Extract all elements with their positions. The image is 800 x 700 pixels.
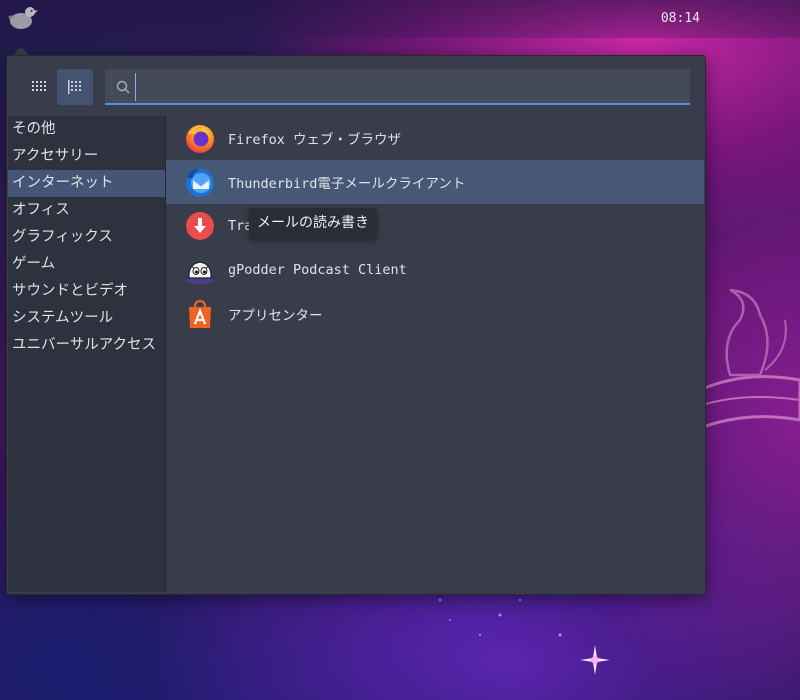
application-menu: その他 アクセサリー インターネット オフィス グラフィックス ゲーム サウンド… (6, 55, 706, 595)
search-icon (116, 80, 130, 94)
app-item-firefox[interactable]: Firefox ウェブ・ブラウザ (166, 116, 704, 160)
app-item-app-center[interactable]: アプリセンター (166, 292, 704, 336)
list-view-button[interactable] (57, 69, 93, 105)
app-label: Firefox ウェブ・ブラウザ (228, 132, 402, 148)
thunderbird-icon (186, 169, 214, 197)
bird-logo-icon[interactable] (4, 2, 38, 32)
category-universal-access[interactable]: ユニバーサルアクセス (8, 332, 165, 359)
search-input[interactable] (135, 73, 680, 101)
transmission-icon (186, 212, 214, 240)
grid-view-icon (32, 81, 46, 91)
category-other[interactable]: その他 (8, 116, 165, 143)
app-item-transmission[interactable]: Tra (166, 204, 704, 248)
clock[interactable]: 08:14 (661, 11, 700, 26)
category-office[interactable]: オフィス (8, 197, 165, 224)
app-label: アプリセンター (228, 308, 323, 324)
top-panel: 08:14 (0, 0, 800, 38)
app-item-thunderbird[interactable]: Thunderbird電子メールクライアント (166, 160, 704, 204)
list-view-icon (68, 80, 81, 94)
category-system-tools[interactable]: システムツール (8, 305, 165, 332)
category-graphics[interactable]: グラフィックス (8, 224, 165, 251)
category-internet[interactable]: インターネット (8, 170, 165, 197)
category-sidebar: その他 アクセサリー インターネット オフィス グラフィックス ゲーム サウンド… (8, 116, 166, 592)
category-sound-video[interactable]: サウンドとビデオ (8, 278, 165, 305)
app-label: Thunderbird電子メールクライアント (228, 176, 466, 192)
wallpaper-mascot-decoration (693, 288, 800, 433)
gpodder-icon (187, 261, 213, 284)
menu-pointer (13, 47, 29, 55)
wallpaper-sparkle-decoration (580, 645, 610, 675)
app-item-gpodder[interactable]: gPodder Podcast Client (166, 248, 704, 292)
app-label: gPodder Podcast Client (228, 262, 407, 278)
category-accessories[interactable]: アクセサリー (8, 143, 165, 170)
category-games[interactable]: ゲーム (8, 251, 165, 278)
app-list: Firefox ウェブ・ブラウザ Thunderbird電子メールクライアント … (166, 116, 704, 336)
grid-view-button[interactable] (21, 69, 57, 105)
search-box[interactable] (105, 69, 690, 105)
tooltip: メールの読み書き (249, 208, 377, 239)
app-center-icon (189, 299, 211, 328)
firefox-icon (186, 125, 214, 153)
